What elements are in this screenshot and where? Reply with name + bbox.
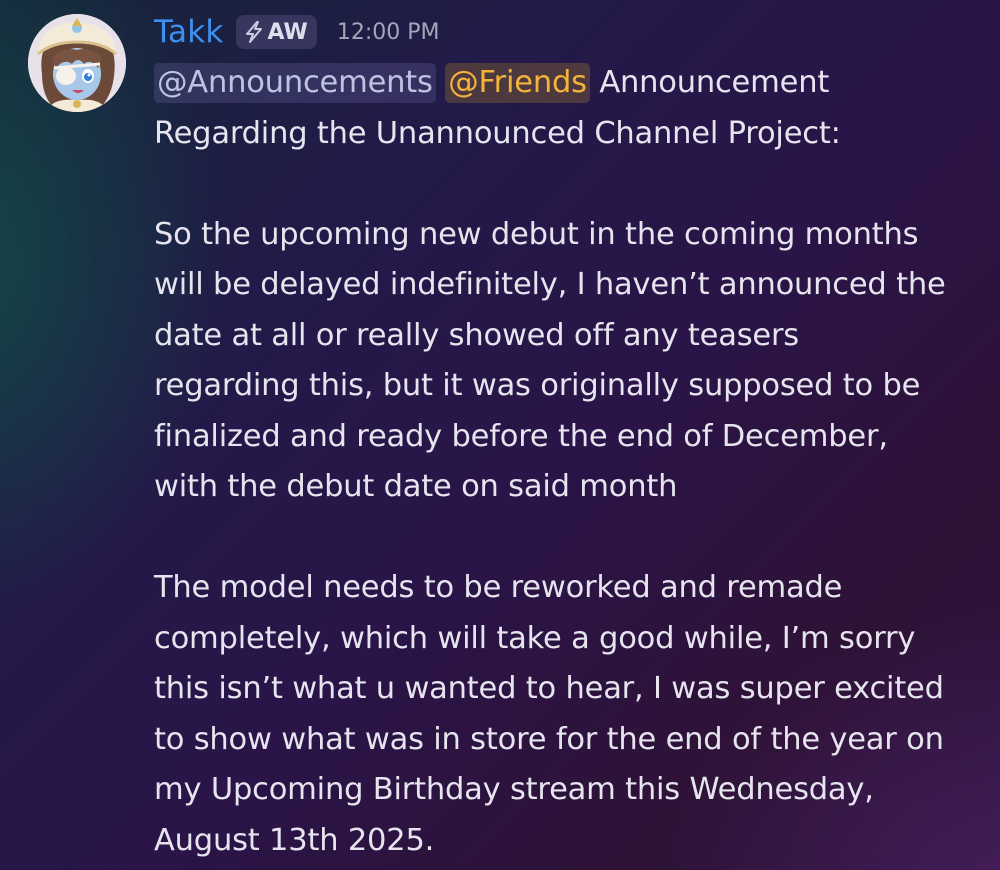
server-tag-label: AW bbox=[267, 19, 308, 45]
timestamp: 12:00 PM bbox=[336, 19, 440, 45]
message-paragraph-2: The model needs to be reworked and remad… bbox=[154, 570, 944, 858]
chat-message: Takk AW 12:00 PM @Announcements @Friends… bbox=[0, 0, 1000, 870]
intro-text-line1: Announcement bbox=[599, 65, 830, 100]
message-content: @Announcements @Friends Announcement Rega… bbox=[154, 58, 994, 866]
server-tag[interactable]: AW bbox=[235, 15, 317, 49]
username[interactable]: Takk bbox=[154, 14, 224, 50]
message-paragraph-1: So the upcoming new debut in the coming … bbox=[154, 216, 946, 505]
message-header: Takk AW 12:00 PM bbox=[154, 8, 439, 56]
anime-character-avatar bbox=[28, 14, 126, 112]
mention-announcements[interactable]: @Announcements bbox=[154, 63, 436, 103]
mention-friends[interactable]: @Friends bbox=[445, 63, 590, 103]
lightning-icon bbox=[243, 20, 265, 44]
intro-text-line2: Regarding the Unannounced Channel Projec… bbox=[154, 115, 841, 151]
message-intro: @Announcements @Friends Announcement Rega… bbox=[154, 58, 994, 159]
avatar[interactable] bbox=[28, 14, 126, 112]
